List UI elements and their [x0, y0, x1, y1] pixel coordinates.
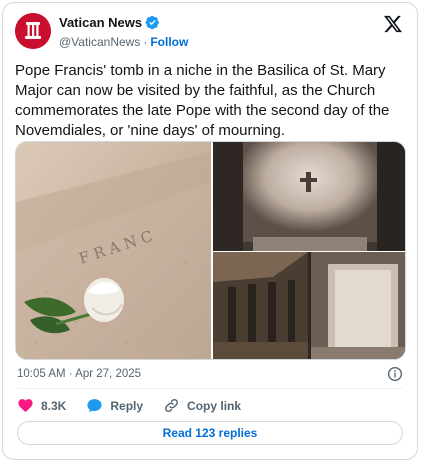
tweet-card: Vatican News @VaticanNews · Follow Pope …	[2, 2, 418, 460]
avatar[interactable]	[15, 13, 51, 49]
copy-link-label: Copy link	[187, 398, 242, 413]
handle-row: @VaticanNews · Follow	[59, 35, 188, 49]
read-replies-button[interactable]: Read 123 replies	[17, 421, 403, 445]
handle[interactable]: @VaticanNews	[59, 35, 140, 49]
info-icon[interactable]	[387, 366, 403, 382]
tweet-text: Pope Francis' tomb in a niche in the Bas…	[15, 62, 390, 139]
reply-bubble-icon	[87, 399, 102, 413]
link-icon	[165, 399, 179, 412]
like-button[interactable]: 8.3K	[17, 397, 66, 414]
basilica-interior-image[interactable]	[213, 252, 405, 359]
reply-label: Reply	[110, 398, 144, 413]
tomb-stone-rose-image[interactable]: F R A N C	[16, 142, 211, 359]
author-name-row: Vatican News	[59, 15, 160, 30]
media-grid[interactable]: F R A N C	[15, 141, 406, 360]
copy-link-button[interactable]: Copy link	[163, 397, 241, 414]
like-count: 8.3K	[41, 398, 67, 413]
reply-button[interactable]: Reply	[86, 397, 143, 414]
x-logo-icon[interactable]	[383, 14, 403, 34]
verified-badge-icon	[145, 15, 160, 30]
action-bar: 8.3K Reply Copy link	[17, 397, 261, 414]
separator-dot: ·	[143, 35, 148, 49]
follow-button[interactable]: Follow	[150, 35, 188, 49]
tweet-timestamp[interactable]: 10:05 AM · Apr 27, 2025	[17, 368, 141, 380]
display-name[interactable]: Vatican News	[59, 15, 142, 30]
divider	[17, 388, 403, 389]
heart-icon	[18, 399, 33, 413]
niche-with-cross-image[interactable]	[213, 142, 405, 251]
